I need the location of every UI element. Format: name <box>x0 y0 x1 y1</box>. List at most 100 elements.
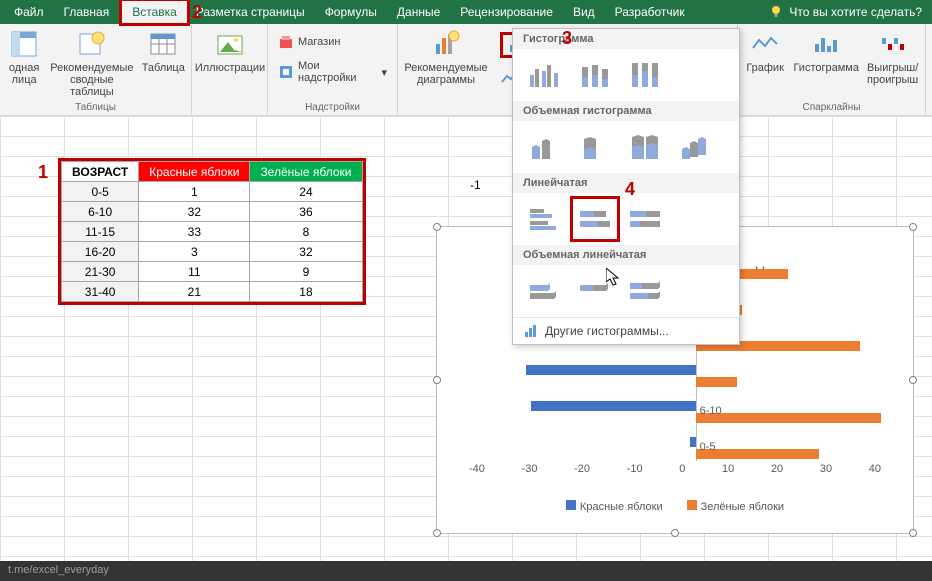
more-column-charts[interactable]: Другие гистограммы... <box>513 317 739 344</box>
callout-4: 4 <box>625 179 635 200</box>
illus-label: Иллюстрации <box>195 62 265 74</box>
tab-file[interactable]: Файл <box>4 1 54 23</box>
resize-handle[interactable] <box>433 529 441 537</box>
group-illus-label <box>198 111 261 113</box>
resize-handle[interactable] <box>433 223 441 231</box>
rec-pivot-icon <box>76 28 108 60</box>
legend-label: Зелёные яблоки <box>701 501 784 513</box>
bulb-icon <box>769 5 783 19</box>
data-table[interactable]: ВОЗРАСТ Красные яблоки Зелёные яблоки 0-… <box>58 158 366 305</box>
ribbon-tabs: Файл Главная Вставка Разметка страницы Ф… <box>0 0 932 24</box>
group-tables-label: Таблицы <box>6 100 185 113</box>
tab-formulas[interactable]: Формулы <box>315 1 387 23</box>
legend-label: Красные яблоки <box>580 501 663 513</box>
callout-3: 3 <box>562 28 572 49</box>
thumb-100stacked-column[interactable] <box>625 57 665 93</box>
tab-insert[interactable]: Вставка <box>119 0 190 26</box>
thumb-stacked-bar[interactable] <box>575 201 615 237</box>
thumb-clustered-bar[interactable] <box>525 201 565 237</box>
ribbon: одная лица Рекомендуемые сводные таблицы… <box>0 24 932 116</box>
status-bar: t.me/excel_everyday <box>0 561 932 581</box>
spark-col-label: Гистограмма <box>793 62 859 74</box>
addins-icon <box>278 64 294 80</box>
section-clustered-column: Гистограмма <box>513 29 739 49</box>
tab-view[interactable]: Вид <box>563 1 605 23</box>
resize-handle[interactable] <box>671 529 679 537</box>
chevron-down-icon: ▾ <box>381 66 387 79</box>
thumb-3d-100-bar[interactable] <box>625 273 665 309</box>
table-row[interactable]: 31-402118 <box>62 282 363 302</box>
group-spark-label: Спарклайны <box>744 100 919 113</box>
resize-handle[interactable] <box>909 529 917 537</box>
worksheet[interactable]: 1 ВОЗРАСТ Красные яблоки Зелёные яблоки … <box>0 116 932 561</box>
spark-line-button[interactable]: График <box>744 28 786 74</box>
more-label: Другие гистограммы... <box>545 324 669 338</box>
cursor-icon <box>606 268 622 288</box>
group-addins-label: Надстройки <box>274 100 391 113</box>
group-sparklines: График Гистограмма Выигрыш/ проигрыш Спа… <box>738 24 926 115</box>
rec-pivot-button[interactable]: Рекомендуемые сводные таблицы <box>50 28 133 98</box>
tell-me-label: Что вы хотите сделать? <box>789 5 922 19</box>
my-addins-label: Мои надстройки <box>298 60 377 84</box>
tab-data[interactable]: Данные <box>387 1 450 23</box>
thumb-clustered-column[interactable] <box>525 57 565 93</box>
thumb-3d-col[interactable] <box>675 129 715 165</box>
pivot-icon <box>8 28 40 60</box>
spark-col-icon <box>810 28 842 60</box>
resize-handle[interactable] <box>433 376 441 384</box>
legend-swatch-blue <box>566 500 576 510</box>
tab-developer[interactable]: Разработчик <box>605 1 695 23</box>
thumb-100stacked-bar[interactable] <box>625 201 665 237</box>
chart-legend: Красные яблоки Зелёные яблоки <box>449 500 901 513</box>
spark-col-button[interactable]: Гистограмма <box>794 28 858 74</box>
spark-line-icon <box>749 28 781 60</box>
store-icon <box>278 34 294 50</box>
thumb-stacked-column[interactable] <box>575 57 615 93</box>
thumb-3d-100-col[interactable] <box>625 129 665 165</box>
section-3d-column: Объемная гистограмма <box>513 101 739 121</box>
col-red-header: Красные яблоки <box>139 162 250 182</box>
rec-charts-button[interactable]: Рекомендуемые диаграммы <box>404 28 488 86</box>
callout-2: 2 <box>192 2 202 23</box>
legend-swatch-orange <box>687 500 697 510</box>
table-row[interactable]: 0-5124 <box>62 182 363 202</box>
my-addins-button[interactable]: Мои надстройки ▾ <box>274 58 391 86</box>
spark-winloss-button[interactable]: Выигрыш/ проигрыш <box>866 28 919 86</box>
rec-charts-icon <box>430 28 462 60</box>
thumb-3d-stacked-col[interactable] <box>575 129 615 165</box>
col-age-header: ВОЗРАСТ <box>62 162 139 182</box>
spark-winloss-label: Выигрыш/ проигрыш <box>867 62 918 86</box>
tab-page-layout[interactable]: Разметка страницы <box>186 1 315 23</box>
spark-winloss-icon <box>877 28 909 60</box>
chart-type-dropdown: Гистограмма Объемная гистограмма Линейча… <box>512 28 740 345</box>
resize-handle[interactable] <box>909 223 917 231</box>
illustrations-button[interactable]: Иллюстрации <box>198 28 262 74</box>
pivot-label: одная лица <box>9 62 39 86</box>
rec-pivot-label: Рекомендуемые сводные таблицы <box>50 62 133 98</box>
store-button[interactable]: Магазин <box>274 32 344 52</box>
section-3d-bar: Объемная линейчатая <box>513 245 739 265</box>
table-icon <box>147 28 179 60</box>
table-row[interactable]: 16-20332 <box>62 242 363 262</box>
group-tables: одная лица Рекомендуемые сводные таблицы… <box>0 24 192 115</box>
table-row[interactable]: 11-15338 <box>62 222 363 242</box>
bar-chart-icon <box>523 324 539 338</box>
table-button[interactable]: Таблица <box>142 28 185 74</box>
table-label: Таблица <box>142 62 185 74</box>
group-illustrations: Иллюстрации <box>192 24 268 115</box>
cell-value: -1 <box>470 178 481 192</box>
x-axis-ticks: -40-30-20-10010203040 <box>469 463 881 481</box>
thumb-3d-clustered-bar[interactable] <box>525 273 565 309</box>
tab-review[interactable]: Рецензирование <box>450 1 563 23</box>
rec-charts-label: Рекомендуемые диаграммы <box>404 62 487 86</box>
tab-home[interactable]: Главная <box>54 1 120 23</box>
thumb-3d-clustered-col[interactable] <box>525 129 565 165</box>
pivot-table-button[interactable]: одная лица <box>6 28 42 86</box>
table-row[interactable]: 21-30119 <box>62 262 363 282</box>
table-row[interactable]: 6-103236 <box>62 202 363 222</box>
group-addins: Магазин Мои надстройки ▾ Надстройки <box>268 24 398 115</box>
tell-me[interactable]: Что вы хотите сделать? <box>759 5 932 19</box>
callout-1: 1 <box>38 162 48 183</box>
resize-handle[interactable] <box>909 376 917 384</box>
col-green-header: Зелёные яблоки <box>250 162 362 182</box>
